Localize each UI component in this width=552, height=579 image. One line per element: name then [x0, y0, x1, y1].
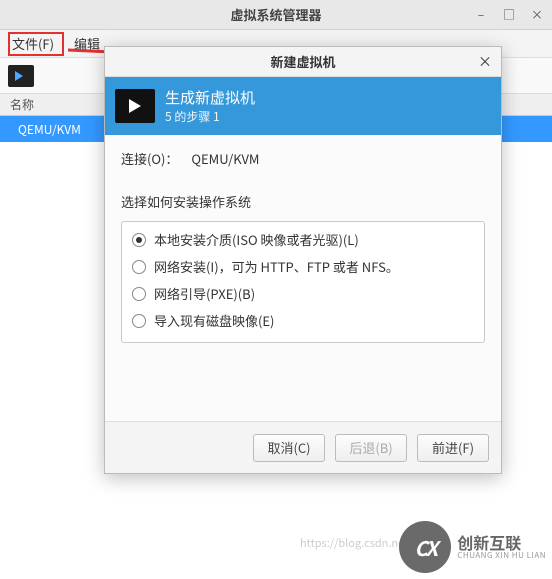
back-button[interactable]: 后退(B)	[335, 434, 407, 462]
list-item-label: QEMU/KVM	[18, 121, 81, 138]
cancel-button[interactable]: 取消(C)	[253, 434, 325, 462]
dialog-banner: 生成新虚拟机 5 的步骤 1	[105, 77, 501, 135]
radio-option-local[interactable]: 本地安装介质(ISO 映像或者光驱)(L)	[132, 230, 474, 249]
install-method-label: 选择如何安装操作系统	[121, 192, 485, 211]
minimize-button[interactable]: –	[470, 6, 492, 24]
new-vm-dialog: 新建虚拟机 × 生成新虚拟机 5 的步骤 1 连接(O)： QEMU/KVM 选…	[104, 46, 502, 474]
connection-row: 连接(O)： QEMU/KVM	[121, 149, 485, 168]
list-header-name: 名称	[10, 96, 34, 113]
forward-button[interactable]: 前进(F)	[417, 434, 489, 462]
new-vm-icon[interactable]	[8, 65, 34, 87]
window-controls: – □ ×	[470, 6, 548, 24]
watermark-url: https://blog.csdn.ne	[300, 535, 404, 551]
maximize-button[interactable]: □	[498, 6, 520, 24]
radio-icon	[132, 233, 146, 247]
dialog-title: 新建虚拟机	[270, 52, 335, 71]
radio-option-import[interactable]: 导入现有磁盘映像(E)	[132, 311, 474, 330]
radio-icon	[132, 314, 146, 328]
vm-play-icon	[115, 89, 155, 123]
radio-label: 导入现有磁盘映像(E)	[154, 311, 274, 330]
banner-step: 5 的步骤 1	[165, 108, 255, 125]
banner-heading: 生成新虚拟机	[165, 87, 255, 108]
radio-option-pxe[interactable]: 网络引导(PXE)(B)	[132, 284, 474, 303]
radio-icon	[132, 287, 146, 301]
watermark-brand-cn: 创新互联	[457, 534, 546, 550]
watermark-logo-icon: CX	[399, 521, 451, 573]
radio-label: 网络安装(I)，可为 HTTP、FTP 或者 NFS。	[154, 257, 399, 276]
close-button[interactable]: ×	[526, 6, 548, 24]
radio-label: 网络引导(PXE)(B)	[154, 284, 255, 303]
watermark-brand-en: CHUANG XIN HU LIAN	[457, 550, 546, 561]
main-titlebar: 虚拟系统管理器 – □ ×	[0, 0, 552, 30]
dialog-footer: 取消(C) 后退(B) 前进(F)	[105, 421, 501, 473]
watermark-logo: CX 创新互联 CHUANG XIN HU LIAN	[399, 521, 546, 573]
connection-label: 连接(O)：	[121, 149, 178, 168]
main-title: 虚拟系统管理器	[230, 5, 321, 24]
menu-file[interactable]: 文件(F)	[2, 30, 64, 57]
connection-value: QEMU/KVM	[191, 149, 259, 168]
radio-option-network[interactable]: 网络安装(I)，可为 HTTP、FTP 或者 NFS。	[132, 257, 474, 276]
close-icon[interactable]: ×	[475, 52, 495, 72]
radio-label: 本地安装介质(ISO 映像或者光驱)(L)	[154, 230, 359, 249]
radio-icon	[132, 260, 146, 274]
dialog-titlebar: 新建虚拟机 ×	[105, 47, 501, 77]
install-method-group: 本地安装介质(ISO 映像或者光驱)(L) 网络安装(I)，可为 HTTP、FT…	[121, 221, 485, 343]
dialog-body: 连接(O)： QEMU/KVM 选择如何安装操作系统 本地安装介质(ISO 映像…	[105, 135, 501, 351]
